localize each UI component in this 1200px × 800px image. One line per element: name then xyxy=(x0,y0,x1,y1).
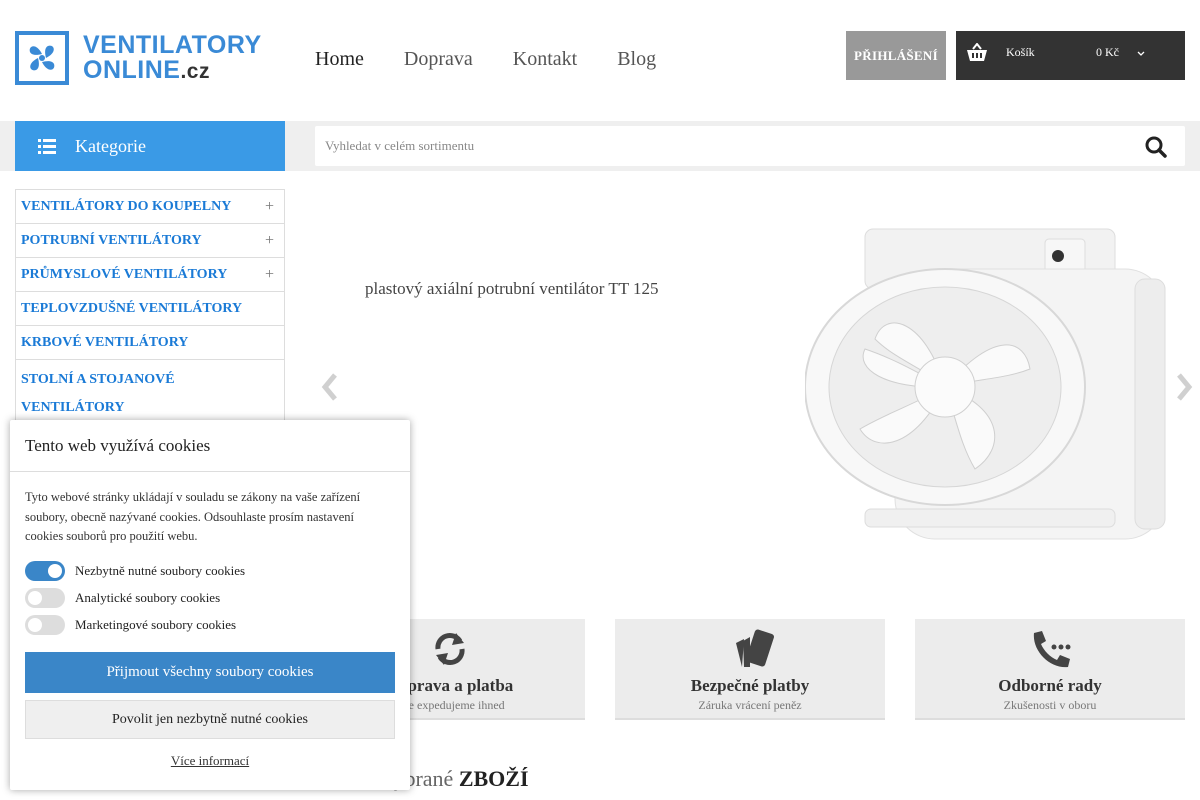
cookie-title: Tento web využívá cookies xyxy=(10,420,410,472)
search-icon[interactable] xyxy=(1145,136,1167,163)
heading-bold: ZBOŽÍ xyxy=(458,766,529,791)
expand-icon[interactable]: + xyxy=(265,266,274,284)
feature-payments[interactable]: Bezpečné platby Záruka vrácení peněz xyxy=(615,619,885,720)
chevron-down-icon xyxy=(1136,47,1146,62)
sidebar-item-potrubni[interactable]: POTRUBNÍ VENTILÁTORY + xyxy=(16,224,284,258)
feature-subtitle: Záruka vrácení peněz xyxy=(698,698,802,712)
toggle-label: Marketingové soubory cookies xyxy=(75,617,237,632)
cookie-text: Tyto webové stránky ukládají v souladu s… xyxy=(25,490,361,543)
more-info-link[interactable]: Více informací xyxy=(10,753,410,769)
chevron-right-icon[interactable] xyxy=(1173,371,1195,408)
logo-suffix: .cz xyxy=(180,59,210,83)
nav-doprava[interactable]: Doprava xyxy=(404,48,473,71)
refresh-icon xyxy=(430,627,470,676)
site-logo[interactable]: VENTILATORY ONLINE.cz xyxy=(15,30,265,86)
cart-button[interactable]: Košík 0 Kč xyxy=(956,31,1185,80)
toggle-necessary[interactable]: Nezbytně nutné soubory cookies xyxy=(25,560,245,582)
toggle-label: Nezbytně nutné soubory cookies xyxy=(75,563,246,578)
features-row: Doprava a platba Vše expedujeme ihned Be… xyxy=(315,619,1185,720)
toggle-switch[interactable] xyxy=(25,615,65,635)
cart-label: Košík xyxy=(1006,45,1035,59)
logo-line-2: ONLINE xyxy=(83,55,181,84)
sidebar-item-label: PRŮMYSLOVÉ VENTILÁTORY xyxy=(21,266,228,282)
phone-icon xyxy=(1030,627,1074,676)
sidebar-item-teplovzdusne[interactable]: TEPLOVZDUŠNÉ VENTILÁTORY xyxy=(16,292,284,326)
list-icon xyxy=(38,138,56,159)
categories-button[interactable]: Kategorie xyxy=(15,121,285,171)
site-header: VENTILATORY ONLINE.cz Home Doprava Konta… xyxy=(0,0,1200,121)
feature-title: Bezpečné platby xyxy=(690,676,810,695)
cards-icon xyxy=(730,627,774,676)
hero-slider: plastový axiální potrubní ventilátor TT … xyxy=(315,189,1193,589)
fan-logo-icon xyxy=(15,31,69,85)
toggle-switch[interactable] xyxy=(25,561,65,581)
nav-blog[interactable]: Blog xyxy=(617,48,656,71)
login-button[interactable]: PŘIHLÁŠENÍ xyxy=(846,31,946,80)
sidebar-item-label: TEPLOVZDUŠNÉ VENTILÁTORY xyxy=(21,300,243,316)
sidebar-item-prumyslove[interactable]: PRŮMYSLOVÉ VENTILÁTORY + xyxy=(16,258,284,292)
accept-all-button[interactable]: Přijmout všechny soubory cookies xyxy=(25,652,395,693)
slide-caption[interactable]: plastový axiální potrubní ventilátor TT … xyxy=(365,279,659,299)
sidebar-item-label: KRBOVÉ VENTILÁTORY xyxy=(21,334,189,350)
feature-subtitle: Zkušenosti v oboru xyxy=(1003,698,1097,712)
sidebar-item-koupelny[interactable]: VENTILÁTORY DO KOUPELNY + xyxy=(16,190,284,224)
cart-total: 0 Kč xyxy=(1096,45,1119,59)
expand-icon[interactable]: + xyxy=(265,198,274,216)
logo-text: VENTILATORY ONLINE.cz xyxy=(83,30,262,84)
feature-advice[interactable]: Odborné rady Zkušenosti v oboru xyxy=(915,619,1185,720)
logo-line-1: VENTILATORY xyxy=(83,30,262,59)
cookie-dialog: Tento web využívá cookies Tyto webové st… xyxy=(10,420,410,790)
toggle-label: Analytické soubory cookies xyxy=(75,590,221,605)
expand-icon[interactable]: + xyxy=(265,232,274,250)
accept-necessary-button[interactable]: Povolit jen nezbytně nutné cookies xyxy=(25,700,395,739)
sidebar-item-stolni[interactable]: STOLNÍ A STOJANOVÉ VENTILÁTORY xyxy=(16,360,284,422)
search-input[interactable] xyxy=(315,126,1115,166)
nav-home[interactable]: Home xyxy=(315,48,364,71)
search-bar xyxy=(315,126,1185,166)
categories-label: Kategorie xyxy=(75,135,146,156)
sidebar-item-krbove[interactable]: KRBOVÉ VENTILÁTORY xyxy=(16,326,284,360)
sidebar-item-label: POTRUBNÍ VENTILÁTORY xyxy=(21,232,202,248)
sidebar-item-label: VENTILÁTORY DO KOUPELNY xyxy=(21,198,232,214)
toggle-marketing[interactable]: Marketingové soubory cookies xyxy=(25,614,236,636)
feature-title: Odborné rady xyxy=(998,676,1102,695)
sidebar-item-label: STOLNÍ A STOJANOVÉ VENTILÁTORY xyxy=(21,372,175,415)
basket-icon xyxy=(966,42,988,67)
toggle-analytics[interactable]: Analytické soubory cookies xyxy=(25,587,220,609)
nav-kontakt[interactable]: Kontakt xyxy=(513,48,577,71)
main-nav: Home Doprava Kontakt Blog xyxy=(315,48,656,71)
category-sidebar: VENTILÁTORY DO KOUPELNY + POTRUBNÍ VENTI… xyxy=(15,189,285,423)
toggle-switch[interactable] xyxy=(25,588,65,608)
product-image[interactable] xyxy=(805,219,1175,559)
chevron-left-icon[interactable] xyxy=(319,371,341,408)
